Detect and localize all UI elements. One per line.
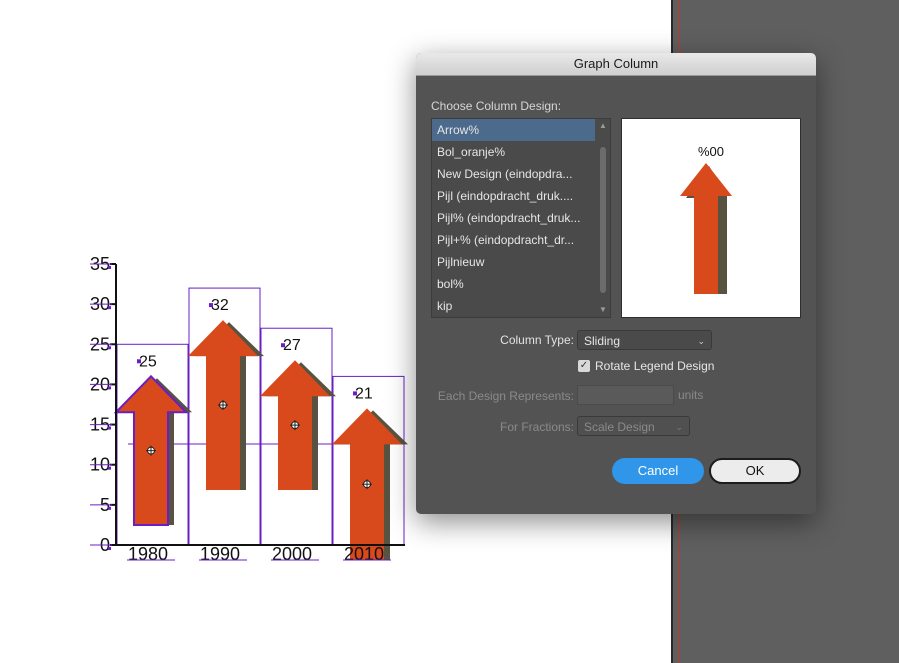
x-tick-label: 1990 <box>200 544 240 564</box>
units-label: units <box>678 388 704 402</box>
each-design-label: Each Design Represents: <box>437 389 574 403</box>
scroll-up-icon[interactable]: ▲ <box>597 121 609 131</box>
label-anchor <box>353 391 357 396</box>
rotate-legend-checkbox[interactable]: ✓ <box>578 360 590 372</box>
list-item[interactable]: Pijl% (eindopdracht_druk... <box>432 207 595 229</box>
design-preview: %00 <box>621 118 801 318</box>
chevron-down-icon: ⌄ <box>675 422 683 432</box>
y-label-anchor <box>108 466 111 470</box>
x-tick-label: 2000 <box>272 544 312 564</box>
x-tick-label: 1980 <box>128 544 168 564</box>
list-scrollbar[interactable]: ▲ ▼ <box>597 121 609 315</box>
fractions-select[interactable]: Scale Design ⌄ <box>577 416 690 436</box>
preview-arrow-icon <box>680 163 732 294</box>
data-label: 25 <box>139 353 157 370</box>
list-item[interactable]: New Design (eindopdra... <box>432 163 595 185</box>
list-item[interactable]: kip <box>432 295 595 317</box>
choose-design-label: Choose Column Design: <box>431 99 562 113</box>
scroll-down-icon[interactable]: ▼ <box>597 305 609 315</box>
column-type-label: Column Type: <box>500 333 574 347</box>
label-anchor <box>281 343 285 348</box>
list-item[interactable]: Pijl (eindopdracht_druk.... <box>432 185 595 207</box>
label-anchor <box>137 359 141 364</box>
list-item[interactable]: bol% <box>432 273 595 295</box>
each-design-field[interactable] <box>577 385 674 405</box>
y-label-anchor <box>108 266 111 269</box>
y-label-anchor <box>108 306 111 310</box>
label-anchor <box>209 303 213 308</box>
list-item[interactable]: Pijlnieuw <box>432 251 595 273</box>
graph-column-dialog: Graph Column Choose Column Design: Arrow… <box>416 53 816 514</box>
design-list[interactable]: Arrow% Bol_oranje% New Design (eindopdra… <box>431 118 611 318</box>
fractions-label: For Fractions: <box>499 420 574 434</box>
data-label: 27 <box>283 337 301 354</box>
cancel-button[interactable]: Cancel <box>612 458 704 484</box>
list-item[interactable]: Pijl+% (eindopdracht_dr... <box>432 229 595 251</box>
list-item[interactable]: Arrow% <box>432 119 595 141</box>
list-item[interactable]: Bol_oranje% <box>432 141 595 163</box>
data-label: 32 <box>211 297 229 314</box>
x-tick-label: 2010 <box>344 544 384 564</box>
rotate-legend-label: Rotate Legend Design <box>595 359 715 373</box>
scroll-thumb[interactable] <box>600 147 606 293</box>
fractions-value: Scale Design <box>584 420 655 434</box>
column-type-select[interactable]: Sliding ⌄ <box>577 330 712 350</box>
dialog-title: Graph Column <box>416 53 816 76</box>
y-label-anchor <box>108 506 111 510</box>
ok-button[interactable]: OK <box>709 458 801 484</box>
data-label: 21 <box>355 385 373 402</box>
y-label-anchor <box>108 346 111 350</box>
y-label-anchor <box>108 386 111 390</box>
column-type-value: Sliding <box>584 334 621 348</box>
y-label-anchor <box>108 547 111 550</box>
y-label-anchor <box>108 426 111 430</box>
chevron-down-icon: ⌄ <box>697 336 705 346</box>
